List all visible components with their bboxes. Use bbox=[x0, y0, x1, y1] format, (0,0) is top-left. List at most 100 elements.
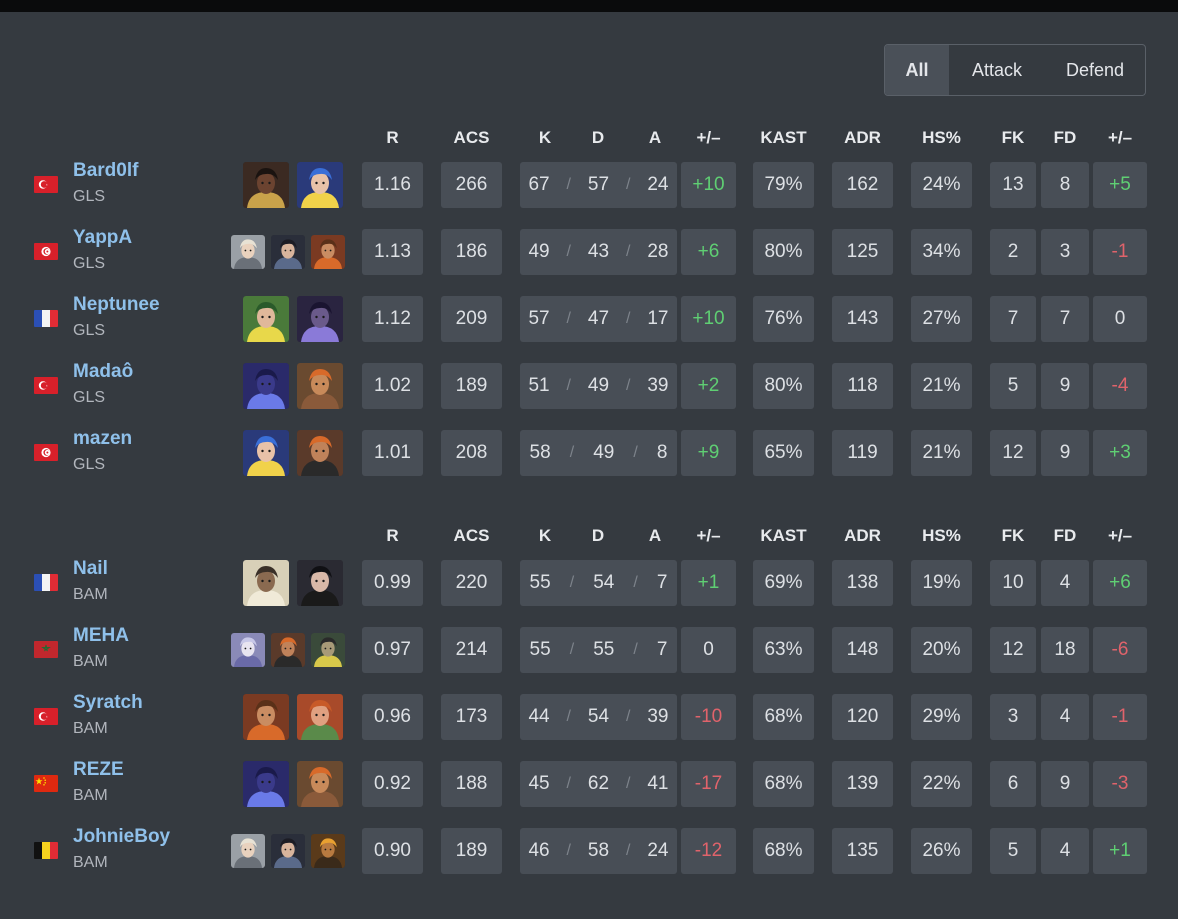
player-name-link[interactable]: Bard0lf bbox=[73, 160, 138, 182]
first-kills-cell: 2 bbox=[990, 229, 1036, 275]
agent-8-icon bbox=[243, 363, 289, 409]
kda-separator: / bbox=[633, 641, 638, 658]
kill-diff-cell: +10 bbox=[681, 296, 736, 342]
kast-cell: 63% bbox=[753, 627, 814, 673]
agent-12-icon bbox=[297, 560, 343, 606]
a-value: 39 bbox=[647, 375, 669, 396]
first-kills-cell: 12 bbox=[990, 430, 1036, 476]
acs-cell: 188 bbox=[441, 761, 502, 807]
d-value: 62 bbox=[587, 773, 610, 794]
player-name-link[interactable]: YappA bbox=[73, 227, 132, 249]
player-team-tag: GLS bbox=[73, 389, 106, 406]
first-kill-diff-cell: -1 bbox=[1093, 694, 1147, 740]
first-deaths-cell: 4 bbox=[1041, 828, 1089, 874]
player-name-link[interactable]: Neptunee bbox=[73, 294, 160, 316]
player-name-link[interactable]: MEHA bbox=[73, 625, 129, 647]
fr-flag-icon bbox=[34, 574, 58, 591]
kda-cell: 46 / 58 / 24 bbox=[520, 828, 677, 874]
first-kills-cell: 5 bbox=[990, 828, 1036, 874]
player-name-link[interactable]: Syratch bbox=[73, 692, 143, 714]
header-cell: HS% bbox=[922, 526, 961, 545]
agent-4-icon bbox=[271, 834, 305, 868]
rating-cell: 1.12 bbox=[362, 296, 423, 342]
adr-cell: 125 bbox=[832, 229, 893, 275]
player-row: JohnieBoy BAM 0.90 189 46 / 58 / 24 -12 68% 135 26% 5… bbox=[0, 826, 1178, 882]
header-cell: FD bbox=[1053, 128, 1077, 147]
kda-separator: / bbox=[569, 444, 575, 461]
agent-2-icon bbox=[297, 162, 343, 208]
kill-diff-cell: -12 bbox=[681, 828, 736, 874]
table-header: R ACS K D A +/– KAST ADR HS% FK FD +/– bbox=[0, 522, 1178, 550]
header-cell: HS% bbox=[922, 128, 961, 147]
player-team-tag: BAM bbox=[73, 854, 108, 871]
tab-defend[interactable]: Defend bbox=[1045, 45, 1145, 95]
acs-cell: 208 bbox=[441, 430, 502, 476]
tab-all[interactable]: All bbox=[885, 45, 949, 95]
kda-separator: / bbox=[625, 775, 631, 792]
rating-cell: 0.96 bbox=[362, 694, 423, 740]
player-row: Syratch BAM 0.96 173 44 / 54 / 39 -10 68% 120 29% 3 4-… bbox=[0, 692, 1178, 748]
header-cell: +/– bbox=[696, 526, 721, 545]
k-value: 45 bbox=[528, 773, 550, 794]
k-value: 44 bbox=[528, 706, 550, 727]
k-value: 55 bbox=[529, 572, 551, 593]
player-name-link[interactable]: Madaô bbox=[73, 361, 133, 383]
team-stats-table-1: R ACS K D A +/– KAST ADR HS% FK FD +/– Bard0lf GLS 1.1… bbox=[0, 124, 1178, 497]
player-name-link[interactable]: JohnieBoy bbox=[73, 826, 170, 848]
k-value: 67 bbox=[528, 174, 550, 195]
kda-separator: / bbox=[625, 708, 631, 725]
first-kill-diff-cell: 0 bbox=[1093, 296, 1147, 342]
hs-percent-cell: 21% bbox=[911, 430, 972, 476]
k-value: 46 bbox=[528, 840, 550, 861]
kast-cell: 68% bbox=[753, 761, 814, 807]
a-value: 39 bbox=[647, 706, 669, 727]
kda-separator: / bbox=[569, 641, 575, 658]
kill-diff-cell: -17 bbox=[681, 761, 736, 807]
agent-9-icon bbox=[297, 363, 343, 409]
header-cell: FK bbox=[1001, 128, 1025, 147]
tab-attack[interactable]: Attack bbox=[949, 45, 1045, 95]
rating-cell: 0.92 bbox=[362, 761, 423, 807]
adr-cell: 139 bbox=[832, 761, 893, 807]
adr-cell: 118 bbox=[832, 363, 893, 409]
first-deaths-cell: 8 bbox=[1041, 162, 1089, 208]
hs-percent-cell: 27% bbox=[911, 296, 972, 342]
agent-13-icon bbox=[231, 633, 265, 667]
d-value: 57 bbox=[587, 174, 610, 195]
player-name-link[interactable]: mazen bbox=[73, 428, 132, 450]
kda-cell: 67 / 57 / 24 bbox=[520, 162, 677, 208]
player-name-link[interactable]: REZE bbox=[73, 759, 124, 781]
kda-cell: 57 / 47 / 17 bbox=[520, 296, 677, 342]
d-value: 49 bbox=[587, 375, 610, 396]
kill-diff-cell: +9 bbox=[681, 430, 736, 476]
agent-11-icon bbox=[243, 560, 289, 606]
first-kill-diff-cell: -3 bbox=[1093, 761, 1147, 807]
kda-cell: 51 / 49 / 39 bbox=[520, 363, 677, 409]
header-cell: FD bbox=[1053, 526, 1077, 545]
kda-separator: / bbox=[566, 775, 571, 792]
adr-cell: 135 bbox=[832, 828, 893, 874]
agent-6-icon bbox=[243, 296, 289, 342]
hs-percent-cell: 20% bbox=[911, 627, 972, 673]
header-cell: +/– bbox=[1107, 526, 1133, 545]
player-name-link[interactable]: Nail bbox=[73, 558, 108, 580]
hs-percent-cell: 22% bbox=[911, 761, 972, 807]
kda-separator: / bbox=[566, 708, 571, 725]
acs-cell: 220 bbox=[441, 560, 502, 606]
first-kills-cell: 13 bbox=[990, 162, 1036, 208]
header-cell: ACS bbox=[453, 128, 490, 147]
a-value: 41 bbox=[647, 773, 669, 794]
rating-cell: 1.02 bbox=[362, 363, 423, 409]
rating-cell: 0.97 bbox=[362, 627, 423, 673]
kda-separator: / bbox=[625, 377, 631, 394]
header-cell: K bbox=[538, 128, 552, 147]
kda-separator: / bbox=[566, 310, 571, 327]
acs-cell: 173 bbox=[441, 694, 502, 740]
header-cell: ADR bbox=[844, 526, 881, 545]
a-value: 7 bbox=[656, 639, 668, 660]
d-value: 55 bbox=[593, 639, 615, 660]
rating-cell: 1.13 bbox=[362, 229, 423, 275]
agent-14-icon bbox=[311, 633, 345, 667]
agent-10-icon bbox=[297, 430, 343, 476]
k-value: 49 bbox=[528, 241, 550, 262]
